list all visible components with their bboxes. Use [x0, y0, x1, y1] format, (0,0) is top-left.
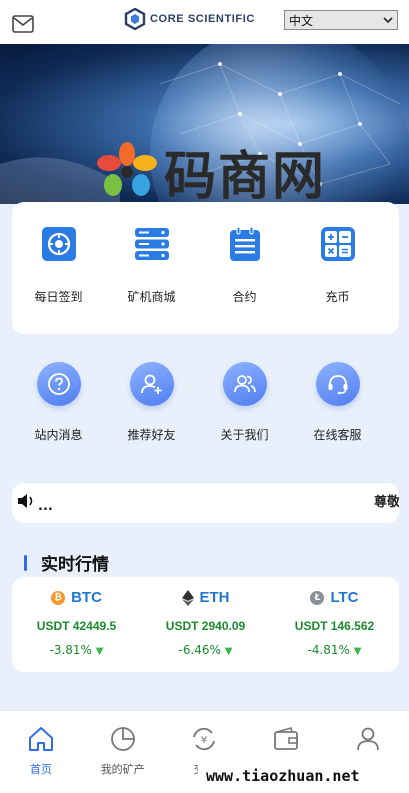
bitcoin-icon: ₿ [51, 590, 66, 605]
exchange-icon: ¥ [193, 727, 216, 751]
down-arrow-icon: ▼ [224, 646, 233, 657]
circle-item-label: 关于我们 [220, 428, 269, 442]
add-user-icon [140, 374, 161, 394]
watermark-text: 码商网 [164, 147, 327, 204]
mail-icon[interactable] [12, 14, 34, 34]
quick-item-label: 矿机商城 [127, 290, 176, 304]
coin-price: USDT 2940.09 [165, 619, 246, 633]
circle-menu: 站内消息 推荐好友 关于我们 在线客服 [12, 360, 399, 450]
down-arrow-icon: ▼ [353, 646, 362, 657]
coin-symbol: LTC [330, 589, 359, 606]
site-watermark: www.tiaozhuan.net [198, 763, 368, 789]
svg-text:¥: ¥ [201, 735, 207, 746]
nav-item-home[interactable]: 首页 [0, 711, 82, 793]
quick-item-label: 充币 [325, 290, 350, 304]
coin-change: -6.46% ▼ [141, 643, 270, 657]
watermark-logo: 码商网 [96, 134, 326, 204]
coin-symbol: BTC [71, 589, 102, 606]
contract-icon [229, 226, 260, 261]
quick-item-label: 每日签到 [34, 290, 83, 304]
checkin-icon [41, 227, 76, 261]
brand-logo: CORE SCIENTIFIC [124, 8, 255, 30]
nav-label: 首页 [29, 763, 52, 776]
logo-mark-icon [124, 8, 146, 30]
coin-change: -4.81% ▼ [270, 643, 399, 657]
circle-item-label: 推荐好友 [127, 428, 176, 442]
market-item-btc[interactable]: ₿ BTC USDT 42449.5 -3.81% ▼ [12, 577, 141, 672]
headset-icon [328, 375, 347, 395]
circle-item-about[interactable]: 关于我们 [198, 360, 291, 450]
home-icon [28, 727, 53, 751]
coin-change-value: -3.81% [49, 643, 92, 657]
market-section-title: 实时行情 [24, 550, 109, 575]
flower-logo-icon [97, 141, 157, 196]
wallet-icon [274, 727, 299, 750]
calculator-icon [320, 227, 355, 261]
quick-item-deposit[interactable]: 充币 [291, 202, 384, 334]
notice-bar[interactable]: ... 尊敬 [12, 483, 399, 523]
circle-item-label: 在线客服 [313, 428, 362, 442]
market-card: ₿ BTC USDT 42449.5 -3.81% ▼ ETH USDT 294… [12, 577, 399, 672]
notice-marquee-text: 尊敬 [374, 495, 399, 510]
language-select[interactable]: 中文 [284, 10, 398, 30]
market-item-ltc[interactable]: Ł LTC USDT 146.562 -4.81% ▼ [270, 577, 399, 672]
nav-item-my-mining[interactable]: 我的矿产 [82, 711, 164, 793]
circle-item-messages[interactable]: 站内消息 [12, 360, 105, 450]
nav-label: 我的矿产 [100, 763, 145, 776]
coin-change-value: -6.46% [178, 643, 221, 657]
quick-item-miner-shop[interactable]: 矿机商城 [105, 202, 198, 334]
circle-item-invite[interactable]: 推荐好友 [105, 360, 198, 450]
user-icon [357, 727, 379, 751]
top-header: CORE SCIENTIFIC 中文 [0, 0, 409, 44]
quick-item-label: 合约 [232, 290, 257, 304]
quick-item-contract[interactable]: 合约 [198, 202, 291, 334]
quick-menu-card: 每日签到 矿机商城 合约 充币 [12, 202, 399, 334]
coin-symbol: ETH [199, 589, 230, 606]
circle-item-support[interactable]: 在线客服 [291, 360, 384, 450]
market-title: 实时行情 [41, 555, 109, 575]
language-value: 中文 [289, 13, 314, 28]
users-icon [233, 375, 256, 393]
title-accent-bar [24, 554, 27, 571]
hero-banner[interactable]: 码商网 [0, 44, 409, 204]
market-item-eth[interactable]: ETH USDT 2940.09 -6.46% ▼ [141, 577, 270, 672]
logo-text: CORE SCIENTIFIC [150, 13, 255, 25]
down-arrow-icon: ▼ [95, 646, 104, 657]
pie-chart-icon [110, 727, 135, 751]
ethereum-icon [181, 589, 194, 606]
litecoin-icon: Ł [310, 590, 325, 605]
coin-price: USDT 42449.5 [36, 619, 117, 633]
notice-dots: ... [38, 499, 53, 514]
coin-price: USDT 146.562 [294, 619, 375, 633]
question-icon [47, 373, 70, 395]
coin-change-value: -4.81% [307, 643, 350, 657]
chevron-down-icon [383, 17, 393, 24]
coin-change: -3.81% ▼ [12, 643, 141, 657]
circle-item-label: 站内消息 [34, 428, 83, 442]
speaker-icon [18, 494, 33, 508]
miner-shop-icon [134, 228, 169, 260]
quick-item-checkin[interactable]: 每日签到 [12, 202, 105, 334]
